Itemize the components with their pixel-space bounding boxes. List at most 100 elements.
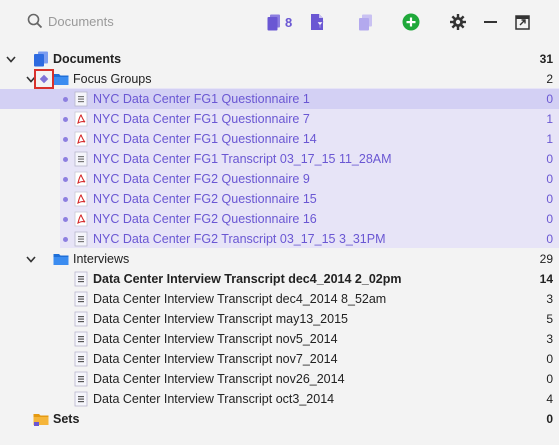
marker-dot: [63, 156, 68, 162]
text-document-icon: [74, 231, 88, 247]
focus-groups-label: Focus Groups: [73, 72, 152, 86]
document-label: Data Center Interview Transcript may13_2…: [93, 312, 348, 326]
list-item[interactable]: NYC Data Center FG2 Questionnaire 15 0: [0, 189, 559, 209]
folder-icon: [53, 254, 69, 265]
document-label: NYC Data Center FG1 Transcript 03_17_15 …: [93, 152, 392, 166]
documents-icon: [34, 51, 48, 67]
document-label: Data Center Interview Transcript nov7_20…: [93, 352, 338, 366]
settings-button[interactable]: [450, 12, 466, 32]
documents-count-button[interactable]: 8: [267, 12, 292, 32]
text-document-icon: [74, 91, 88, 107]
document-count: 1: [546, 132, 553, 146]
document-label: NYC Data Center FG2 Transcript 03_17_15 …: [93, 232, 386, 246]
pdf-icon: [74, 131, 88, 147]
text-document-icon: [74, 391, 88, 407]
document-label: NYC Data Center FG1 Questionnaire 14: [93, 132, 317, 146]
document-count: 3: [546, 292, 553, 306]
text-document-icon: [74, 351, 88, 367]
search-input[interactable]: Documents: [48, 14, 114, 29]
document-label: NYC Data Center FG1 Questionnaire 1: [93, 92, 310, 106]
document-label: Data Center Interview Transcript nov26_2…: [93, 372, 345, 386]
search-icon: [27, 13, 43, 29]
sets-count: 0: [546, 412, 553, 426]
tree-folder-interviews[interactable]: Interviews 29: [0, 249, 559, 269]
documents-count: 8: [285, 14, 293, 30]
documents-icon: [267, 14, 280, 30]
list-item[interactable]: Data Center Interview Transcript nov7_20…: [0, 349, 559, 369]
document-label: NYC Data Center FG1 Questionnaire 7: [93, 112, 310, 126]
pdf-icon: [74, 111, 88, 127]
interviews-count: 29: [539, 252, 553, 266]
marker-dot: [63, 116, 68, 122]
document-label: NYC Data Center FG2 Questionnaire 16: [93, 212, 317, 226]
document-count: 1: [546, 112, 553, 126]
list-item[interactable]: NYC Data Center FG1 Transcript 03_17_15 …: [0, 149, 559, 169]
document-label: Data Center Interview Transcript oct3_20…: [93, 392, 335, 406]
sets-folder-icon: [33, 414, 49, 426]
text-document-icon: [74, 151, 88, 167]
document-count: 0: [546, 192, 553, 206]
list-item[interactable]: NYC Data Center FG2 Questionnaire 16 0: [0, 209, 559, 229]
list-item[interactable]: NYC Data Center FG1 Questionnaire 7 1: [0, 109, 559, 129]
chevron-down-icon[interactable]: [24, 252, 38, 266]
marker-dot: [63, 236, 68, 242]
minimize-icon: [484, 21, 497, 23]
popout-icon: [515, 14, 530, 30]
text-document-icon: [74, 331, 88, 347]
tree-folder-focus-groups[interactable]: Focus Groups 2: [0, 69, 559, 89]
marker-dot: [63, 136, 68, 142]
document-count: 5: [546, 312, 553, 326]
minimize-button[interactable]: [484, 12, 497, 32]
documents-label: Documents: [53, 52, 122, 66]
list-item[interactable]: Data Center Interview Transcript nov5_20…: [0, 329, 559, 349]
document-count: 0: [546, 152, 553, 166]
document-label: Data Center Interview Transcript nov5_20…: [93, 332, 338, 346]
text-document-icon: [74, 271, 88, 287]
filter-doc-icon: [311, 14, 324, 30]
document-count: 3: [546, 332, 553, 346]
marker-dot: [63, 216, 68, 222]
list-item[interactable]: Data Center Interview Transcript oct3_20…: [0, 389, 559, 409]
copy-document-button[interactable]: [358, 12, 373, 32]
marker-dot: [63, 196, 68, 202]
document-count: 4: [546, 392, 553, 406]
document-label: NYC Data Center FG2 Questionnaire 15: [93, 192, 317, 206]
tree-root-documents[interactable]: Documents 31: [0, 49, 559, 69]
documents-count: 31: [539, 52, 553, 66]
sets-label: Sets: [53, 412, 80, 426]
list-item[interactable]: Data Center Interview Transcript dec4_20…: [0, 269, 559, 289]
text-document-icon: [74, 291, 88, 307]
document-count: 0: [546, 212, 553, 226]
text-document-icon: [74, 371, 88, 387]
focus-groups-count: 2: [546, 72, 553, 86]
marker-dot: [63, 96, 68, 102]
document-label: Data Center Interview Transcript dec4_20…: [93, 292, 387, 306]
text-document-icon: [74, 311, 88, 327]
pdf-icon: [74, 171, 88, 187]
tree-root-sets[interactable]: Sets 0: [0, 409, 559, 429]
copy-doc-icon: [359, 14, 372, 30]
document-count: 0: [546, 372, 553, 386]
document-label: Data Center Interview Transcript dec4_20…: [93, 272, 402, 286]
list-item[interactable]: NYC Data Center FG2 Transcript 03_17_15 …: [0, 229, 559, 249]
document-count: 0: [546, 92, 553, 106]
document-count: 0: [546, 352, 553, 366]
marker-dot: [63, 176, 68, 182]
document-count: 0: [546, 232, 553, 246]
list-item[interactable]: Data Center Interview Transcript dec4_20…: [0, 289, 559, 309]
list-item[interactable]: Data Center Interview Transcript nov26_2…: [0, 369, 559, 389]
document-count: 0: [546, 172, 553, 186]
list-item[interactable]: NYC Data Center FG2 Questionnaire 9 0: [0, 169, 559, 189]
list-item[interactable]: NYC Data Center FG1 Questionnaire 14 1: [0, 129, 559, 149]
pdf-icon: [74, 211, 88, 227]
chevron-down-icon[interactable]: [4, 52, 18, 66]
filter-documents-button[interactable]: [310, 12, 325, 32]
list-item[interactable]: NYC Data Center FG1 Questionnaire 1 0: [0, 89, 559, 109]
popout-button[interactable]: [515, 12, 530, 32]
toolbar: Documents 8: [0, 0, 559, 44]
list-item[interactable]: Data Center Interview Transcript may13_2…: [0, 309, 559, 329]
document-label: NYC Data Center FG2 Questionnaire 9: [93, 172, 310, 186]
document-count: 14: [539, 272, 553, 286]
add-button[interactable]: [402, 12, 420, 32]
pdf-icon: [74, 191, 88, 207]
